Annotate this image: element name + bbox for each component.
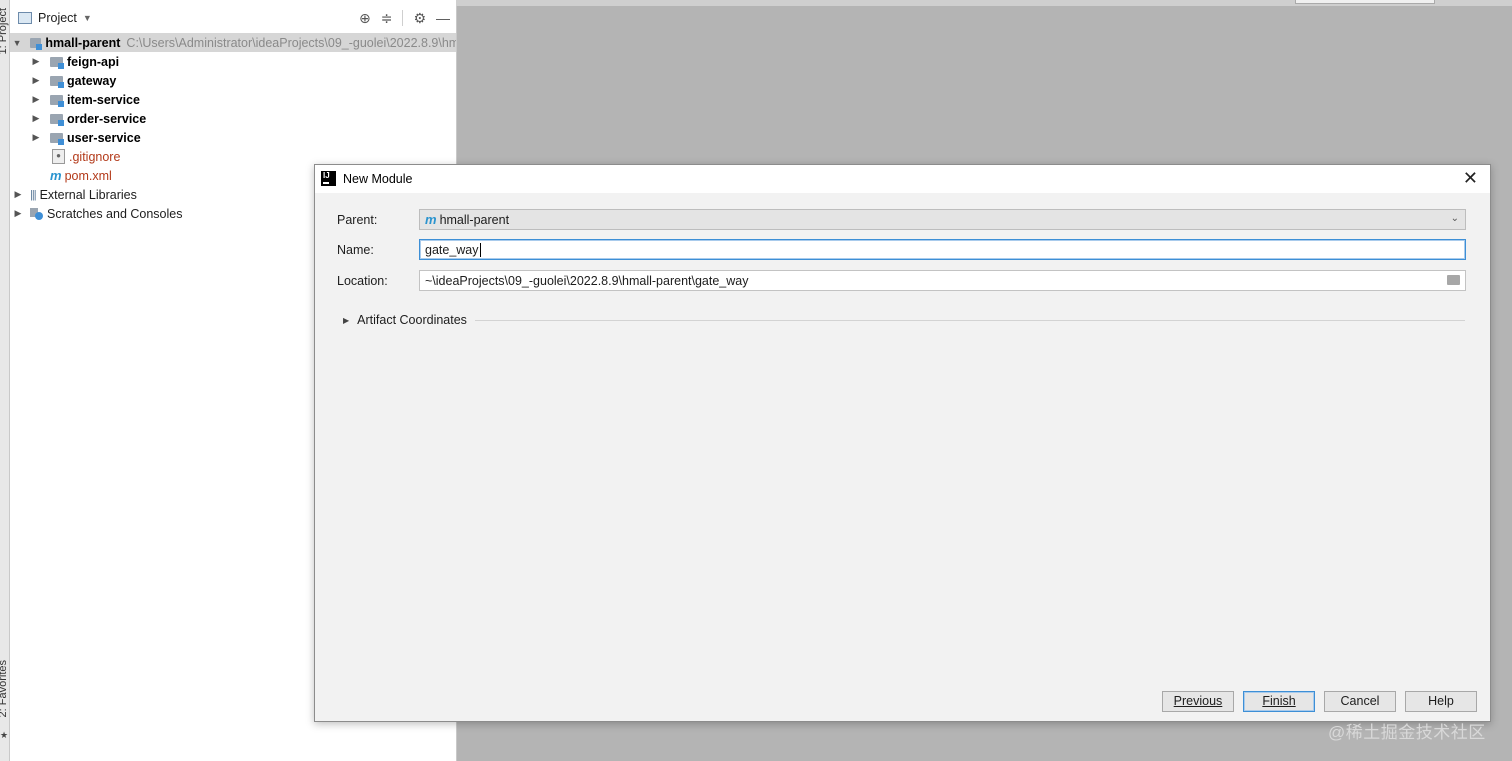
module-folder-icon <box>50 94 64 107</box>
collapsed-arrow-icon[interactable]: ▶ <box>30 94 42 105</box>
close-icon[interactable]: ✕ <box>1463 168 1478 189</box>
tree-item-label: Scratches and Consoles <box>47 206 183 221</box>
tree-item-item-service[interactable]: ▶ item-service <box>10 90 456 109</box>
artifact-coordinates-section[interactable]: ▶ Artifact Coordinates <box>343 313 1465 327</box>
tree-item-path: C:\Users\Administrator\ideaProjects\09_-… <box>126 35 456 50</box>
top-search-field <box>1295 0 1435 4</box>
tree-item-label: order-service <box>67 111 147 126</box>
finish-button[interactable]: Finish <box>1243 691 1315 712</box>
collapsed-arrow-icon[interactable]: ▶ <box>30 113 42 124</box>
chevron-down-icon[interactable]: ⌄ <box>1451 213 1459 224</box>
section-divider <box>474 319 1465 321</box>
ignored-file-icon: ● <box>52 149 65 164</box>
tree-item-label: feign-api <box>67 54 120 69</box>
toolbar-divider <box>402 10 404 26</box>
project-view-selector[interactable]: Project ▼ <box>18 11 92 25</box>
tree-item-order-service[interactable]: ▶ order-service <box>10 109 456 128</box>
scratches-icon <box>30 207 43 220</box>
module-folder-icon <box>30 37 43 50</box>
name-field[interactable]: gate_way <box>419 239 1466 260</box>
previous-button[interactable]: Previous <box>1162 691 1234 712</box>
location-value: ~\ideaProjects\09_-guolei\2022.8.9\hmall… <box>425 273 749 288</box>
tree-item-label: gateway <box>67 73 117 88</box>
star-icon: ★ <box>0 730 9 740</box>
maven-icon: m <box>50 168 62 183</box>
cancel-button[interactable]: Cancel <box>1324 691 1396 712</box>
name-label: Name: <box>337 243 374 257</box>
collapsed-arrow-icon[interactable]: ▶ <box>30 75 42 86</box>
new-module-dialog: IJ New Module ✕ Parent: m hmall-parent ⌄… <box>314 164 1491 722</box>
tree-item-hmall-parent[interactable]: ▼ hmall-parent C:\Users\Administrator\id… <box>10 33 456 52</box>
tree-item-label: user-service <box>67 130 141 145</box>
collapsed-arrow-icon[interactable]: ▶ <box>12 189 24 200</box>
module-folder-icon <box>50 113 64 126</box>
collapsed-arrow-icon[interactable]: ▶ <box>30 56 42 67</box>
intellij-logo-icon: IJ <box>321 171 336 186</box>
module-folder-icon <box>50 56 64 69</box>
name-value: gate_way <box>425 242 479 257</box>
expand-arrow-icon[interactable]: ▶ <box>343 316 349 325</box>
collapsed-arrow-icon[interactable]: ▶ <box>12 208 24 219</box>
locate-icon[interactable]: ⊕ <box>359 10 371 27</box>
tree-item-gateway[interactable]: ▶ gateway <box>10 71 456 90</box>
location-field[interactable]: ~\ideaProjects\09_-guolei\2022.8.9\hmall… <box>419 270 1466 291</box>
project-icon <box>18 12 32 24</box>
help-button[interactable]: Help <box>1405 691 1477 712</box>
project-panel-toolbar: ⊕ ≑ ⚙ — <box>359 0 450 36</box>
library-icon: ||| <box>30 188 37 201</box>
module-folder-icon <box>50 132 64 145</box>
tree-item-user-service[interactable]: ▶ user-service <box>10 128 456 147</box>
maven-icon: m <box>425 212 437 227</box>
dialog-titlebar: IJ New Module ✕ <box>315 165 1490 193</box>
browse-folder-icon[interactable] <box>1447 275 1460 285</box>
parent-label: Parent: <box>337 213 378 227</box>
chevron-down-icon[interactable]: ▼ <box>83 13 92 23</box>
dialog-title: New Module <box>343 172 413 186</box>
location-label: Location: <box>337 274 388 288</box>
tree-item-label: .gitignore <box>69 149 121 164</box>
artifact-coordinates-label: Artifact Coordinates <box>357 313 467 327</box>
project-panel-title: Project <box>38 11 77 25</box>
collapse-all-icon[interactable]: ≑ <box>381 10 393 27</box>
tree-item-label: External Libraries <box>39 187 137 202</box>
tree-item-feign-api[interactable]: ▶ feign-api <box>10 52 456 71</box>
tool-window-strip: 1: Project 2: Favorites ★ <box>0 0 10 761</box>
parent-value: hmall-parent <box>439 212 510 227</box>
expanded-arrow-icon[interactable]: ▼ <box>12 38 22 48</box>
parent-combobox[interactable]: m hmall-parent ⌄ <box>419 209 1466 230</box>
gear-icon[interactable]: ⚙ <box>413 10 426 27</box>
text-caret <box>479 242 481 257</box>
module-folder-icon <box>50 75 64 88</box>
project-panel-header: Project ▼ ⊕ ≑ ⚙ — <box>10 0 456 37</box>
minimize-icon[interactable]: — <box>436 10 450 26</box>
collapsed-arrow-icon[interactable]: ▶ <box>30 132 42 143</box>
tree-item-label: item-service <box>67 92 140 107</box>
tree-item-label: pom.xml <box>64 168 112 183</box>
watermark: @稀土掘金技术社区 <box>1328 723 1486 742</box>
tree-item-label: hmall-parent <box>45 35 121 50</box>
